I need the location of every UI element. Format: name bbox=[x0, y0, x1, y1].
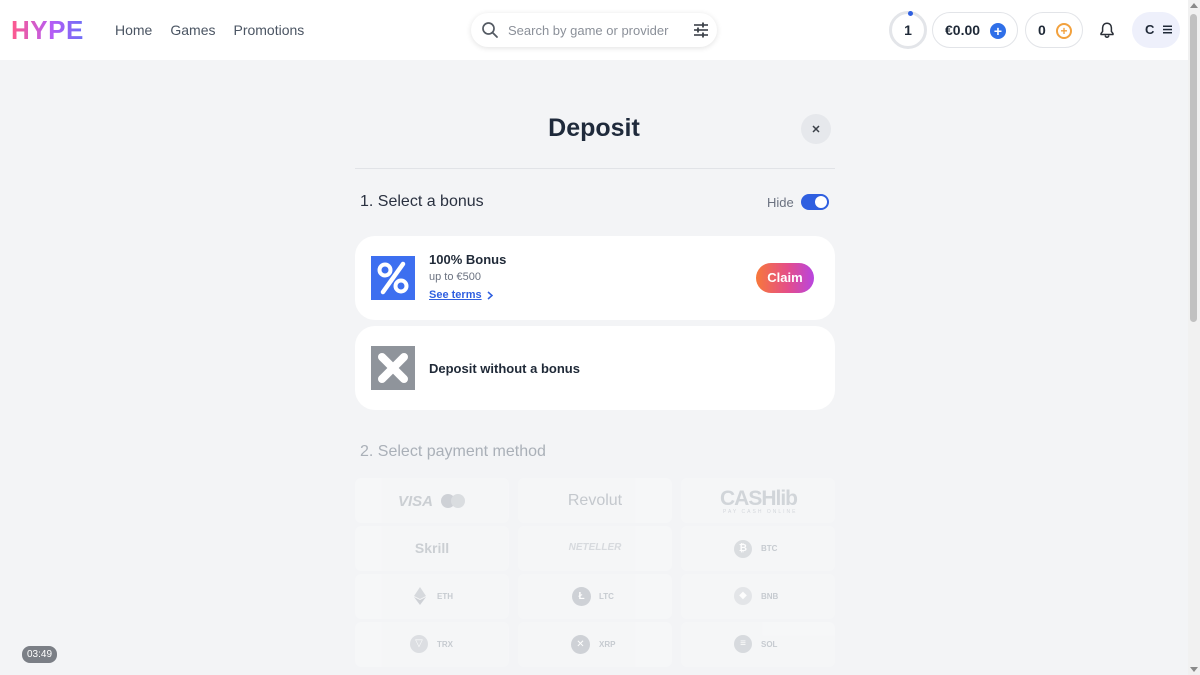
scroll-up-arrow-icon[interactable] bbox=[1190, 3, 1198, 8]
scroll-down-arrow-icon[interactable] bbox=[1190, 667, 1198, 672]
tron-icon: ▽ bbox=[410, 635, 428, 653]
page-scrollbar[interactable] bbox=[1188, 0, 1200, 675]
btc-label: BTC bbox=[761, 544, 778, 553]
nav-home[interactable]: Home bbox=[115, 21, 152, 39]
avatar-initial: C bbox=[1145, 22, 1155, 37]
balance-value: €0.00 bbox=[945, 22, 981, 38]
solana-icon: ≡ bbox=[734, 635, 752, 653]
add-funds-plus-icon[interactable]: + bbox=[990, 23, 1006, 39]
cashlib-tagline: PAY CASH ONLINE bbox=[723, 509, 798, 515]
trx-label: TRX bbox=[437, 640, 453, 649]
section-payment-method-heading: 2. Select payment method bbox=[360, 443, 546, 460]
close-icon bbox=[812, 125, 820, 133]
bitcoin-icon: ₿ bbox=[734, 540, 752, 558]
xrp-icon: ✕ bbox=[571, 635, 590, 654]
main-nav: Home Games Promotions bbox=[115, 21, 304, 39]
filter-sliders-icon[interactable] bbox=[692, 21, 710, 39]
see-terms-label: See terms bbox=[429, 289, 482, 301]
revolut-logo: Revolut bbox=[567, 492, 623, 509]
ltc-label: LTC bbox=[599, 592, 614, 601]
payment-method-cashlib[interactable]: CASHlib PAY CASH ONLINE bbox=[681, 478, 835, 523]
hide-label: Hide bbox=[767, 195, 794, 210]
payment-method-sol[interactable]: ≡ SOL bbox=[681, 622, 835, 667]
search-input[interactable] bbox=[508, 21, 688, 39]
percent-badge-icon bbox=[371, 256, 415, 300]
no-bonus-card[interactable]: Deposit without a bonus bbox=[355, 326, 835, 410]
toggle-knob bbox=[815, 196, 827, 208]
coins-button[interactable]: 0 + bbox=[1025, 12, 1083, 48]
eth-label: ETH bbox=[437, 592, 453, 601]
bonus-subtitle: up to €500 bbox=[429, 271, 481, 283]
section-select-bonus-heading: 1. Select a bonus bbox=[360, 193, 484, 210]
ethereum-icon bbox=[414, 587, 426, 605]
visa-logo: VISA bbox=[398, 493, 434, 510]
xrp-label: XRP bbox=[599, 640, 616, 649]
hide-bonus-toggle[interactable] bbox=[801, 194, 829, 210]
hype-logo[interactable]: HYPE bbox=[11, 15, 84, 45]
payment-method-ltc[interactable]: Ł LTC bbox=[518, 574, 672, 619]
level-number: 1 bbox=[904, 22, 912, 38]
payment-method-visa[interactable]: VISA bbox=[355, 478, 509, 523]
balance-button[interactable]: €0.00 + bbox=[932, 12, 1018, 48]
bonus-name: 100% Bonus bbox=[429, 252, 507, 267]
search-bar bbox=[471, 13, 717, 47]
litecoin-icon: Ł bbox=[572, 587, 591, 606]
mastercard-logo-overlap bbox=[451, 494, 465, 508]
page-title: Deposit bbox=[548, 114, 640, 142]
payment-method-skrill[interactable]: Skrill bbox=[355, 526, 509, 571]
payment-method-trx[interactable]: ▽ TRX bbox=[355, 622, 509, 667]
chevron-right-icon bbox=[487, 290, 493, 300]
session-timer-badge: 03:49 bbox=[22, 646, 57, 663]
neteller-logo: NETELLER bbox=[568, 542, 622, 553]
level-progress-dot bbox=[908, 11, 913, 16]
payment-method-eth[interactable]: ETH bbox=[355, 574, 509, 619]
search-icon bbox=[482, 22, 498, 38]
payment-method-xrp[interactable]: ✕ XRP bbox=[518, 622, 672, 667]
no-bonus-label: Deposit without a bonus bbox=[429, 361, 580, 376]
claim-button[interactable]: Claim bbox=[756, 263, 814, 293]
scrollbar-thumb[interactable] bbox=[1190, 14, 1197, 322]
close-button[interactable] bbox=[801, 114, 831, 144]
sol-label: SOL bbox=[761, 640, 778, 649]
see-terms-link[interactable]: See terms bbox=[429, 289, 493, 301]
payment-method-neteller[interactable]: NETELLER bbox=[518, 526, 672, 571]
title-divider bbox=[355, 168, 835, 169]
cashlib-logo: CASHlib bbox=[720, 487, 798, 510]
skrill-logo: Skrill bbox=[414, 540, 450, 556]
payment-method-revolut[interactable]: Revolut bbox=[518, 478, 672, 523]
level-indicator[interactable]: 1 bbox=[889, 11, 927, 49]
bnb-label: BNB bbox=[761, 592, 779, 601]
payment-method-bnb[interactable]: ◆ BNB bbox=[681, 574, 835, 619]
nav-promotions[interactable]: Promotions bbox=[233, 21, 304, 39]
bonus-card[interactable]: 100% Bonus up to €500 See terms Claim bbox=[355, 236, 835, 320]
coins-plus-icon[interactable]: + bbox=[1056, 23, 1072, 39]
payment-method-btc[interactable]: ₿ BTC bbox=[681, 526, 835, 571]
nav-games[interactable]: Games bbox=[170, 21, 215, 39]
coins-value: 0 bbox=[1038, 22, 1046, 38]
user-menu-button[interactable]: C bbox=[1132, 12, 1180, 48]
no-bonus-x-icon bbox=[371, 346, 415, 390]
hamburger-menu-icon bbox=[1163, 25, 1172, 34]
bnb-icon: ◆ bbox=[734, 587, 752, 605]
notification-bell-icon[interactable] bbox=[1098, 21, 1116, 39]
top-header: HYPE Home Games Promotions 1 €0.00 + 0 + bbox=[0, 0, 1188, 60]
